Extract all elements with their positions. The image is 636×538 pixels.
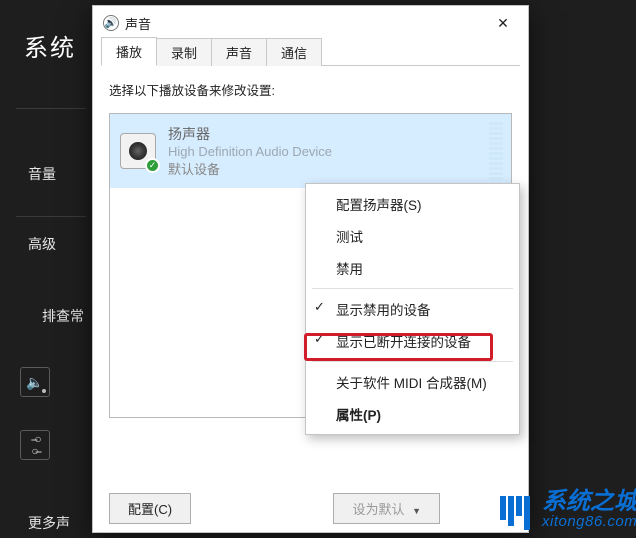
bg-separator <box>16 216 86 217</box>
close-icon: ✕ <box>497 15 509 32</box>
speaker-icon: 🔈 <box>26 374 43 391</box>
dialog-title: 声音 <box>125 14 151 33</box>
sliders-icon: ⎯○○⎯ <box>31 433 38 457</box>
bg-more-sound-label: 更多声 <box>28 513 70 533</box>
devices-icon[interactable]: 🔈 <box>20 367 50 397</box>
bg-separator <box>16 108 86 109</box>
menu-show-disabled[interactable]: ✓ 显示禁用的设备 <box>306 293 519 325</box>
titlebar: 🔊 声音 ✕ <box>93 6 528 40</box>
menu-separator <box>312 361 513 362</box>
set-default-button[interactable]: 设为默认 ▼ <box>333 493 440 524</box>
menu-show-disabled-label: 显示禁用的设备 <box>336 303 431 318</box>
device-status: 默认设备 <box>168 159 332 178</box>
configure-button-label: 配置(C) <box>128 502 172 517</box>
device-name: 扬声器 <box>168 124 332 144</box>
watermark-site: xitong86.com <box>542 514 636 529</box>
configure-button[interactable]: 配置(C) <box>109 493 191 524</box>
bottom-button-row: 配置(C) <box>109 493 201 524</box>
menu-properties[interactable]: 属性(P) <box>306 398 519 430</box>
sound-dialog-icon: 🔊 <box>103 15 119 31</box>
speaker-cone-icon <box>129 142 147 160</box>
close-button[interactable]: ✕ <box>482 8 524 38</box>
dropdown-arrow-icon: ▼ <box>412 506 421 516</box>
bg-title: 系统 <box>24 28 76 63</box>
menu-show-disconnected-label: 显示已断开连接的设备 <box>336 335 471 350</box>
tab-recording[interactable]: 录制 <box>156 38 212 66</box>
check-icon: ✓ <box>314 299 325 315</box>
watermark: 系统之城 xitong86.com <box>494 488 636 530</box>
tab-playback[interactable]: 播放 <box>101 37 157 66</box>
tab-sounds[interactable]: 声音 <box>211 38 267 66</box>
menu-disable[interactable]: 禁用 <box>306 252 519 284</box>
default-check-icon: ✓ <box>145 158 160 173</box>
menu-test[interactable]: 测试 <box>306 220 519 252</box>
menu-show-disconnected[interactable]: ✓ 显示已断开连接的设备 <box>306 325 519 357</box>
watermark-logo-icon <box>494 488 536 530</box>
dot-icon <box>42 389 46 393</box>
bg-advanced-label: 高级 <box>28 234 56 254</box>
context-menu: 配置扬声器(S) 测试 禁用 ✓ 显示禁用的设备 ✓ 显示已断开连接的设备 关于… <box>305 183 520 435</box>
tabbar: 播放 录制 声音 通信 <box>101 40 520 66</box>
mixer-icon[interactable]: ⎯○○⎯ <box>20 430 50 460</box>
level-meter <box>489 122 503 180</box>
device-row[interactable]: ✓ 扬声器 High Definition Audio Device 默认设备 <box>110 114 511 188</box>
set-default-label: 设为默认 <box>352 502 404 517</box>
device-text: 扬声器 High Definition Audio Device 默认设备 <box>168 124 332 178</box>
menu-configure-speakers[interactable]: 配置扬声器(S) <box>306 188 519 220</box>
device-icon-wrap: ✓ <box>120 133 156 169</box>
watermark-brand: 系统之城 <box>542 490 636 514</box>
device-desc: High Definition Audio Device <box>168 144 332 159</box>
bg-volume-label: 音量 <box>28 164 56 184</box>
watermark-text: 系统之城 xitong86.com <box>542 490 636 529</box>
tab-communications[interactable]: 通信 <box>266 38 322 66</box>
check-icon: ✓ <box>314 331 325 347</box>
bg-troubleshoot-label: 排查常 <box>42 306 84 326</box>
menu-separator <box>312 288 513 289</box>
menu-about-midi[interactable]: 关于软件 MIDI 合成器(M) <box>306 366 519 398</box>
hint-text: 选择以下播放设备来修改设置: <box>109 80 512 99</box>
